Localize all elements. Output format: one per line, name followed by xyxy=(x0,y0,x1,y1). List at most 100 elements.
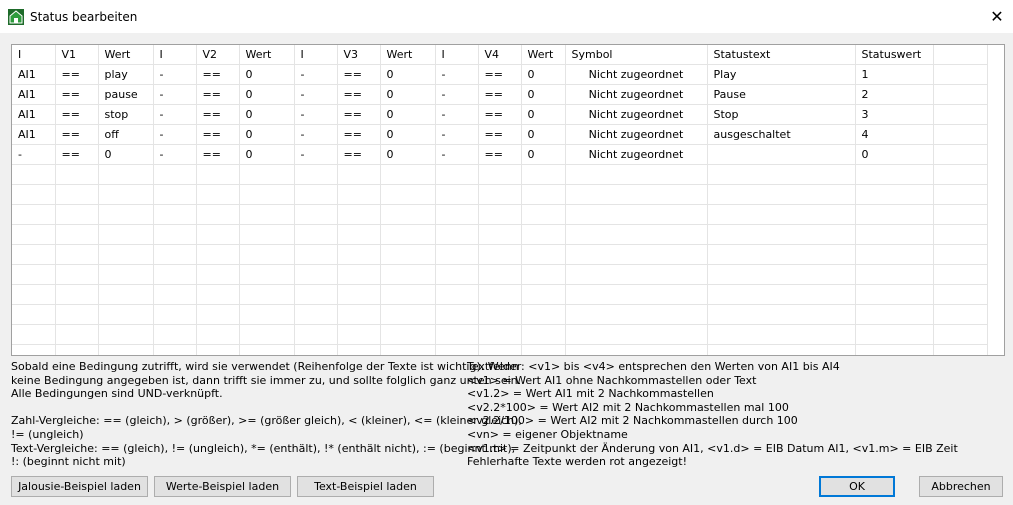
table-cell[interactable]: - xyxy=(435,84,479,105)
table-row[interactable]: AI1 == stop - == 0- == 0- == 0 Nicht zugeordnet Sto… xyxy=(12,104,988,125)
table-cell[interactable] xyxy=(707,264,856,285)
table-cell[interactable] xyxy=(98,344,154,355)
table-cell[interactable] xyxy=(933,104,988,125)
table-cell[interactable]: == xyxy=(196,124,240,145)
table-cell[interactable] xyxy=(239,184,295,205)
table-cell[interactable] xyxy=(12,224,56,245)
table-cell[interactable]: == xyxy=(196,144,240,165)
table-cell[interactable] xyxy=(933,304,988,325)
table-cell[interactable]: 0 xyxy=(521,144,566,165)
table-cell[interactable] xyxy=(707,304,856,325)
table-cell[interactable] xyxy=(435,344,479,355)
table-cell[interactable] xyxy=(521,284,566,305)
table-cell[interactable] xyxy=(153,344,197,355)
table-cell[interactable] xyxy=(855,284,934,305)
table-cell[interactable] xyxy=(337,324,381,345)
table-cell[interactable] xyxy=(435,284,479,305)
table-cell[interactable] xyxy=(521,204,566,225)
table-cell[interactable] xyxy=(435,304,479,325)
column-header[interactable]: Statuswert xyxy=(855,45,934,65)
table-cell[interactable] xyxy=(55,344,99,355)
table-cell[interactable]: == xyxy=(55,104,99,125)
table-cell[interactable]: 0 xyxy=(98,144,154,165)
table-cell[interactable] xyxy=(933,64,988,85)
table-cell[interactable]: - xyxy=(435,144,479,165)
table-cell[interactable] xyxy=(521,264,566,285)
table-cell[interactable] xyxy=(12,324,56,345)
table-cell[interactable]: Nicht zugeordnet xyxy=(565,64,708,85)
table-cell[interactable] xyxy=(337,244,381,265)
table-cell[interactable]: == xyxy=(337,144,381,165)
table-cell[interactable] xyxy=(565,204,708,225)
table-cell[interactable] xyxy=(435,264,479,285)
table-cell[interactable] xyxy=(478,324,522,345)
table-cell[interactable]: == xyxy=(196,104,240,125)
table-cell[interactable]: off xyxy=(98,124,154,145)
table-cell[interactable]: - xyxy=(294,144,338,165)
table-cell[interactable] xyxy=(294,284,338,305)
table-row[interactable] xyxy=(12,204,988,225)
table-cell[interactable] xyxy=(521,244,566,265)
table-cell[interactable]: 0 xyxy=(521,124,566,145)
table-cell[interactable]: play xyxy=(98,64,154,85)
table-cell[interactable]: == xyxy=(55,64,99,85)
table-cell[interactable]: == xyxy=(337,84,381,105)
table-cell[interactable] xyxy=(933,244,988,265)
table-cell[interactable] xyxy=(565,244,708,265)
table-cell[interactable] xyxy=(435,204,479,225)
table-cell[interactable] xyxy=(55,264,99,285)
table-cell[interactable] xyxy=(294,184,338,205)
table-cell[interactable] xyxy=(478,264,522,285)
table-cell[interactable] xyxy=(294,264,338,285)
table-cell[interactable] xyxy=(12,284,56,305)
table-cell[interactable] xyxy=(153,184,197,205)
table-cell[interactable]: 0 xyxy=(380,64,436,85)
table-cell[interactable] xyxy=(933,84,988,105)
table-cell[interactable] xyxy=(55,284,99,305)
column-header[interactable]: V2 xyxy=(196,45,240,65)
table-cell[interactable] xyxy=(380,164,436,185)
table-cell[interactable] xyxy=(153,304,197,325)
table-cell[interactable] xyxy=(12,344,56,355)
table-cell[interactable]: Nicht zugeordnet xyxy=(565,84,708,105)
table-cell[interactable]: == xyxy=(337,104,381,125)
table-cell[interactable] xyxy=(855,264,934,285)
table-cell[interactable]: Nicht zugeordnet xyxy=(565,144,708,165)
table-cell[interactable]: stop xyxy=(98,104,154,125)
table-cell[interactable] xyxy=(855,304,934,325)
table-cell[interactable]: - xyxy=(153,144,197,165)
table-cell[interactable] xyxy=(196,204,240,225)
table-row[interactable] xyxy=(12,344,988,355)
table-cell[interactable] xyxy=(294,324,338,345)
table-cell[interactable] xyxy=(196,244,240,265)
table-row[interactable]: AI1 == pause - == 0- == 0- == 0 Nicht zugeordnet Pa… xyxy=(12,84,988,105)
table-cell[interactable] xyxy=(933,144,988,165)
table-cell[interactable]: 0 xyxy=(380,84,436,105)
table-cell[interactable] xyxy=(435,224,479,245)
table-cell[interactable]: 0 xyxy=(239,64,295,85)
table-cell[interactable] xyxy=(707,324,856,345)
table-cell[interactable] xyxy=(55,224,99,245)
table-row[interactable]: AI1 == play - == 0- == 0- == 0 Nicht zugeordnet Pla… xyxy=(12,64,988,85)
table-cell[interactable] xyxy=(478,244,522,265)
table-cell[interactable] xyxy=(153,164,197,185)
table-cell[interactable] xyxy=(98,164,154,185)
table-cell[interactable]: == xyxy=(478,144,522,165)
table-cell[interactable] xyxy=(239,204,295,225)
table-cell[interactable]: - xyxy=(153,104,197,125)
table-cell[interactable] xyxy=(337,304,381,325)
table-cell[interactable] xyxy=(855,344,934,355)
column-header[interactable]: V3 xyxy=(337,45,381,65)
table-cell[interactable] xyxy=(294,204,338,225)
table-cell[interactable]: 3 xyxy=(855,104,934,125)
table-cell[interactable]: == xyxy=(196,84,240,105)
table-cell[interactable] xyxy=(478,224,522,245)
table-cell[interactable] xyxy=(707,344,856,355)
table-cell[interactable] xyxy=(98,264,154,285)
table-cell[interactable] xyxy=(435,184,479,205)
table-cell[interactable] xyxy=(478,304,522,325)
table-cell[interactable] xyxy=(855,324,934,345)
table-cell[interactable] xyxy=(153,324,197,345)
table-cell[interactable]: == xyxy=(55,124,99,145)
table-cell[interactable] xyxy=(565,184,708,205)
